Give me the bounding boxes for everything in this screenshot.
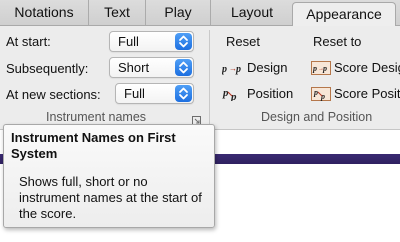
reset-design-button[interactable]: p → p Design — [221, 59, 302, 79]
svg-text:p: p — [230, 91, 237, 101]
score-design-icon: p → p — [311, 61, 331, 78]
tab-text[interactable]: Text — [89, 0, 146, 25]
dialog-launcher-icon[interactable] — [192, 113, 201, 125]
tooltip-title: Instrument Names on First System — [11, 130, 176, 161]
subsequently-label: Subsequently: — [6, 61, 89, 76]
reset-to-score-position-button[interactable]: pp Score Position — [311, 85, 400, 105]
ribbon-tab-bar: Notations Text Play Layout Appearance — [0, 0, 400, 27]
instrument-names-group-title: Instrument names — [46, 110, 147, 124]
svg-text:p: p — [235, 64, 241, 75]
score-position-label: Score Position — [334, 86, 400, 101]
score-position-icon: pp — [311, 87, 331, 104]
reset-position-label: Position — [247, 86, 294, 101]
chevron-up-down-icon — [175, 33, 192, 50]
at-start-value: Full — [118, 34, 139, 49]
at-new-sections-value: Full — [124, 86, 145, 101]
tab-play[interactable]: Play — [146, 0, 211, 25]
tooltip-body: Shows full, short or no instrument names… — [19, 174, 202, 221]
tab-layout[interactable]: Layout — [211, 0, 293, 25]
svg-text:p: p — [320, 92, 325, 101]
reset-to-header: Reset to — [313, 34, 362, 49]
svg-text:p: p — [313, 88, 318, 97]
reset-design-label: Design — [247, 60, 288, 75]
at-new-sections-label: At new sections: — [6, 87, 101, 102]
reset-header: Reset — [226, 34, 260, 49]
svg-text:p: p — [222, 64, 227, 75]
reset-to-score-design-button[interactable]: p→p Score Design — [311, 59, 400, 79]
at-start-select[interactable]: Full — [109, 31, 194, 52]
group-divider — [209, 30, 210, 126]
reset-position-icon: pp — [222, 87, 244, 104]
chevron-up-down-icon — [175, 85, 192, 102]
svg-text:p: p — [322, 64, 327, 73]
tooltip: Instrument Names on First System Shows f… — [3, 124, 215, 228]
reset-position-button[interactable]: pp Position — [222, 85, 302, 105]
at-new-sections-select[interactable]: Full — [115, 83, 194, 104]
chevron-up-down-icon — [175, 59, 192, 76]
tab-appearance[interactable]: Appearance — [292, 2, 396, 27]
svg-text:p: p — [222, 87, 229, 99]
design-position-group-title: Design and Position — [261, 110, 373, 124]
subsequently-select[interactable]: Short — [109, 57, 194, 78]
tab-notations[interactable]: Notations — [0, 0, 89, 25]
reset-design-icon: p → p — [221, 61, 244, 78]
subsequently-value: Short — [118, 60, 150, 75]
at-start-label: At start: — [6, 34, 51, 49]
ribbon-panel: At start: Full Subsequently: Short At ne… — [0, 26, 400, 130]
svg-text:p: p — [312, 64, 317, 73]
score-design-label: Score Design — [334, 60, 400, 75]
